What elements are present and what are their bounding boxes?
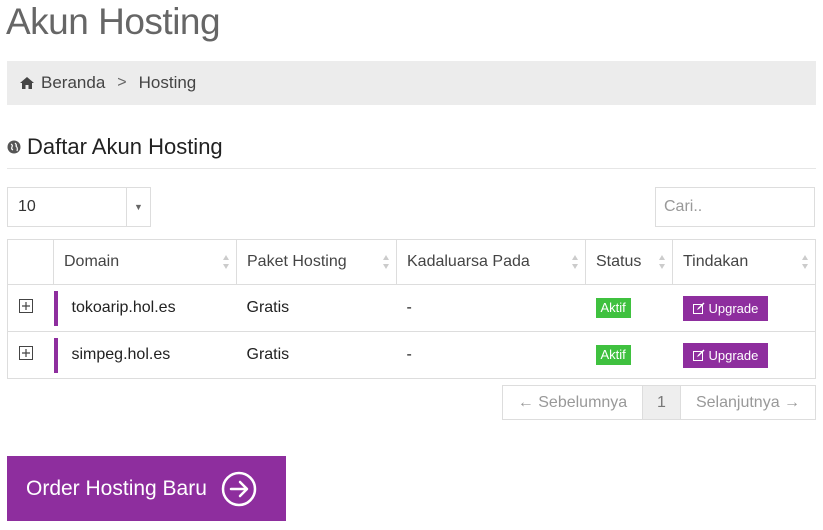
upgrade-label: Upgrade — [708, 347, 759, 363]
header-actions-label: Tindakan — [683, 253, 749, 270]
expand-cell[interactable] — [7, 284, 54, 332]
header-status-label: Status — [596, 253, 642, 270]
section-divider — [7, 168, 816, 169]
package-cell: Gratis — [236, 331, 397, 379]
section-title-text: Daftar Akun Hosting — [27, 134, 223, 159]
sort-icon — [223, 255, 229, 269]
pagination-page[interactable]: 1 — [643, 386, 681, 419]
sort-icon — [802, 255, 808, 269]
table-header-row: Domain Paket Hosting Kadaluarsa Pada Sta… — [7, 239, 816, 285]
pagination-prev[interactable]: ← Sebelumnya — [503, 386, 643, 419]
domain-cell: simpeg.hol.es — [53, 331, 237, 379]
expires-cell: - — [396, 331, 586, 379]
home-icon — [19, 75, 35, 91]
search-input[interactable] — [655, 187, 815, 227]
header-expand — [7, 239, 54, 285]
table-row: tokoarip.hol.es Gratis - Aktif Upgrade — [7, 284, 816, 332]
upgrade-button[interactable]: Upgrade — [682, 342, 769, 368]
header-package-label: Paket Hosting — [247, 253, 347, 270]
expires-cell: - — [396, 284, 586, 332]
pagination-next[interactable]: Selanjutnya → — [681, 386, 815, 419]
table-row: simpeg.hol.es Gratis - Aktif Upgrade — [7, 331, 816, 379]
status-cell: Aktif — [585, 284, 673, 332]
breadcrumb-current: Hosting — [138, 73, 197, 92]
package-cell: Gratis — [236, 284, 397, 332]
order-hosting-label: Order Hosting Baru — [26, 476, 207, 500]
globe-icon — [7, 140, 21, 154]
edit-icon — [692, 349, 705, 361]
domain-accent-bar — [53, 291, 58, 326]
breadcrumb-home[interactable]: Beranda — [41, 73, 105, 93]
arrow-right-circle-icon — [221, 471, 257, 507]
breadcrumb-separator: > — [117, 74, 127, 91]
action-cell: Upgrade — [672, 284, 816, 332]
upgrade-button[interactable]: Upgrade — [682, 295, 769, 321]
status-badge: Aktif — [595, 345, 631, 365]
status-badge: Aktif — [595, 298, 631, 318]
hosting-table: Domain Paket Hosting Kadaluarsa Pada Sta… — [7, 239, 816, 379]
sort-icon — [572, 255, 578, 269]
sort-icon — [383, 255, 389, 269]
header-domain[interactable]: Domain — [53, 239, 237, 285]
pagination: ← Sebelumnya 1 Selanjutnya → — [502, 385, 816, 420]
page-title: Akun Hosting — [6, 1, 221, 42]
header-domain-label: Domain — [64, 253, 120, 270]
header-status[interactable]: Status — [585, 239, 673, 285]
header-package[interactable]: Paket Hosting — [236, 239, 397, 285]
status-cell: Aktif — [585, 331, 673, 379]
page-length-value: 10 — [18, 198, 36, 215]
header-expires[interactable]: Kadaluarsa Pada — [396, 239, 586, 285]
sort-icon — [659, 255, 665, 269]
action-cell: Upgrade — [672, 331, 816, 379]
domain-accent-bar — [53, 338, 58, 373]
order-hosting-button[interactable]: Order Hosting Baru — [7, 456, 286, 521]
chevron-down-icon: ▼ — [126, 188, 150, 226]
expand-icon[interactable] — [19, 298, 33, 313]
edit-icon — [692, 302, 705, 314]
header-actions[interactable]: Tindakan — [672, 239, 816, 285]
page-length-select[interactable]: 10 ▼ — [7, 187, 151, 227]
breadcrumb: Beranda > Hosting — [7, 61, 816, 105]
expand-cell[interactable] — [7, 331, 54, 379]
upgrade-label: Upgrade — [708, 300, 759, 316]
domain-text: tokoarip.hol.es — [71, 299, 176, 316]
expand-icon[interactable] — [19, 345, 33, 360]
domain-text: simpeg.hol.es — [71, 346, 171, 363]
header-expires-label: Kadaluarsa Pada — [407, 253, 530, 270]
section-title: Daftar Akun Hosting — [7, 134, 223, 160]
domain-cell: tokoarip.hol.es — [53, 284, 237, 332]
